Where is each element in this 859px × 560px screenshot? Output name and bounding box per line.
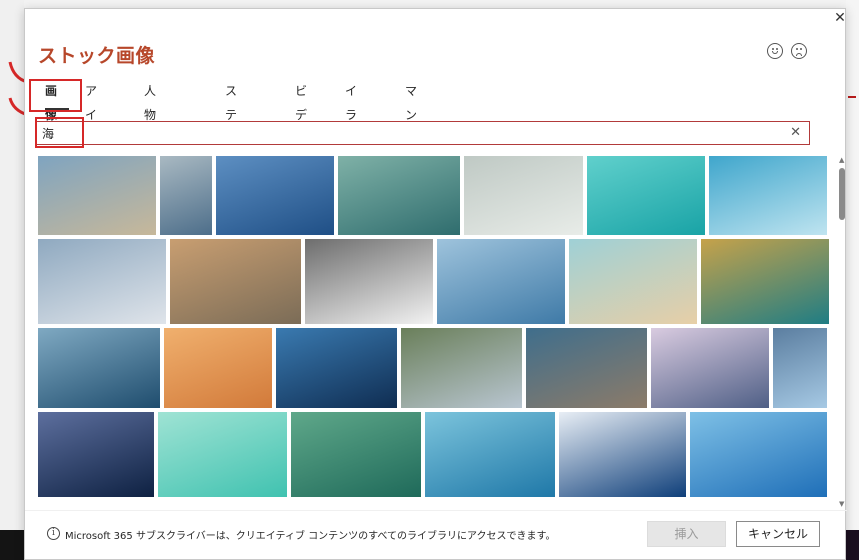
image-tile-desert-dunes-orange[interactable] (164, 328, 272, 408)
background-right-strip (846, 0, 859, 560)
tab-illustrations[interactable]: イラスト (345, 79, 357, 170)
scroll-down-icon[interactable]: ▼ (839, 500, 844, 508)
clear-search-icon[interactable]: ✕ (790, 125, 801, 140)
image-results-grid (38, 156, 830, 501)
footer-divider (25, 510, 847, 511)
annotation-box-tab (29, 79, 82, 112)
tab-stickers[interactable]: ステッカー (225, 79, 237, 194)
image-tile-flamingo-beach[interactable] (38, 239, 166, 324)
background-right-accent (848, 96, 856, 98)
scroll-up-icon[interactable]: ▲ (839, 156, 844, 164)
image-tile-night-sea-moon[interactable] (38, 412, 154, 497)
image-tile-misty-shore-person[interactable] (464, 156, 583, 235)
stock-images-dialog: ✕ ストック画像 画像 アイコン 人物の切り絵 ステッカー ビデオ イラスト マ… (24, 8, 849, 560)
image-tile-moonlit-sea[interactable] (38, 328, 160, 408)
image-tile-coastal-aerial[interactable] (526, 328, 647, 408)
image-tile-coral-closeup[interactable] (701, 239, 829, 324)
close-icon[interactable]: ✕ (831, 9, 849, 27)
background-taskbar-right (846, 530, 859, 560)
results-scrollbar[interactable]: ▲ ▼ (837, 156, 847, 508)
cancel-button[interactable]: キャンセル (736, 521, 820, 547)
search-box: ✕ (35, 121, 810, 145)
subscriber-info-text: Microsoft 365 サブスクライバーは、クリエイティブ コンテンツのすべ… (65, 531, 556, 542)
image-tile-beluga-dusk[interactable] (651, 328, 769, 408)
image-tile-hammerhead-shark[interactable] (690, 412, 827, 497)
image-tile-sand-dunes-aerial[interactable] (437, 239, 565, 324)
image-tile-wave-on-sand[interactable] (569, 239, 697, 324)
image-tile-child-on-pier[interactable] (773, 328, 827, 408)
frown-icon[interactable] (791, 43, 807, 59)
info-icon: i (47, 527, 60, 540)
image-tile-turquoise-water[interactable] (587, 156, 705, 235)
tab-videos[interactable]: ビデオ (295, 79, 307, 146)
image-tile-tuna-school[interactable] (216, 156, 334, 235)
dialog-title: ストック画像 (38, 45, 156, 67)
image-tile-person-on-rocks[interactable] (401, 328, 522, 408)
insert-button[interactable]: 挿入 (647, 521, 726, 547)
image-tile-manta-aerial[interactable] (425, 412, 555, 497)
image-tile-aerial-shore[interactable] (160, 156, 212, 235)
background-app-strip (0, 0, 859, 8)
image-tile-sandcastle-beach[interactable] (38, 156, 156, 235)
tab-cutout-people[interactable]: 人物の切り絵 (144, 79, 156, 218)
image-tile-fisherman-net[interactable] (709, 156, 827, 235)
image-tile-seal-kelp-forest[interactable] (291, 412, 421, 497)
search-input[interactable] (42, 124, 742, 142)
smile-icon[interactable] (767, 43, 783, 59)
image-tile-fish-turquoise-aerial[interactable] (158, 412, 287, 497)
image-tile-sea-turtle[interactable] (338, 156, 460, 235)
image-tile-fish-school-underwater[interactable] (276, 328, 397, 408)
tab-icons[interactable]: アイコン (85, 79, 97, 170)
tab-manga[interactable]: マンガ (405, 79, 417, 146)
annotation-box-search (35, 117, 84, 148)
image-tile-lighthouse-sunset[interactable] (170, 239, 301, 324)
image-tile-sailboats-bw[interactable] (305, 239, 433, 324)
scroll-thumb[interactable] (839, 168, 845, 220)
background-taskbar-left (0, 530, 24, 560)
image-tile-curling-wave[interactable] (559, 412, 686, 497)
